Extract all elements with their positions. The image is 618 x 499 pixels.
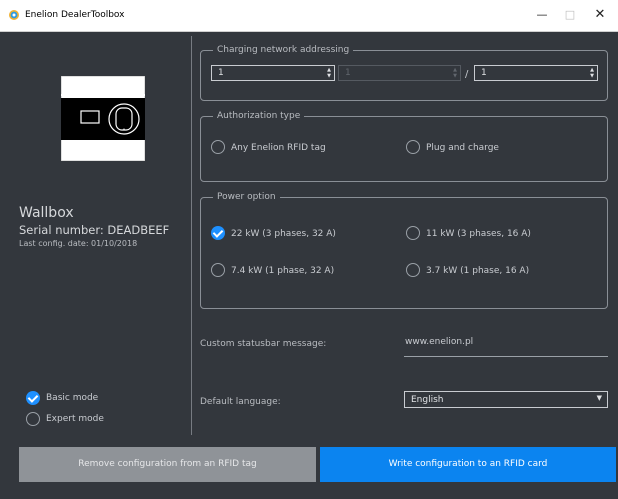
auth-plug-radio[interactable] bbox=[406, 140, 420, 154]
remove-configuration-button[interactable]: Remove configuration from an RFID tag bbox=[19, 447, 316, 482]
last-config-date: Last config. date: 01/10/2018 bbox=[19, 239, 138, 248]
authorization-title: Authorization type bbox=[213, 110, 305, 122]
auth-rfid-label[interactable]: Any Enelion RFID tag bbox=[231, 143, 326, 153]
power-7kw-label[interactable]: 7.4 kW (1 phase, 32 A) bbox=[231, 266, 334, 276]
network-address-value-3: 1 bbox=[481, 68, 487, 78]
power-11kw-label[interactable]: 11 kW (3 phases, 16 A) bbox=[426, 229, 531, 239]
expert-mode-radio[interactable] bbox=[26, 412, 40, 426]
power-3kw-label[interactable]: 3.7 kW (1 phase, 16 A) bbox=[426, 266, 529, 276]
power-22kw-radio[interactable] bbox=[211, 226, 225, 240]
auth-plug-label[interactable]: Plug and charge bbox=[426, 143, 499, 153]
default-language-value: English bbox=[411, 395, 444, 405]
chevron-down-icon: ▼ bbox=[596, 394, 602, 402]
network-addressing-title: Charging network addressing bbox=[213, 44, 354, 56]
default-language-select[interactable]: English ▼ bbox=[404, 391, 608, 408]
maximize-button[interactable]: □ bbox=[556, 6, 584, 24]
gear-icon bbox=[9, 10, 19, 20]
network-address-field-2: 1 ▲ ▼ bbox=[338, 65, 461, 81]
app-window: Enelion DealerToolbox — □ ✕ Wallbox Seri… bbox=[0, 0, 618, 499]
spin-arrows-icon[interactable]: ▲ ▼ bbox=[327, 67, 331, 79]
basic-mode-label[interactable]: Basic mode bbox=[46, 393, 98, 403]
auth-rfid-radio[interactable] bbox=[211, 140, 225, 154]
device-name: Wallbox bbox=[19, 205, 74, 221]
statusbar-message-value: www.enelion.pl bbox=[405, 337, 474, 347]
minimize-button[interactable]: — bbox=[528, 6, 556, 24]
default-language-label: Default language: bbox=[200, 397, 281, 407]
spin-arrows-icon: ▲ ▼ bbox=[453, 67, 457, 79]
spin-arrows-icon[interactable]: ▲ ▼ bbox=[590, 67, 594, 79]
network-address-field-3[interactable]: 1 ▲ ▼ bbox=[474, 65, 598, 81]
serial-number: Serial number: DEADBEEF bbox=[19, 223, 170, 237]
title-bar: Enelion DealerToolbox — □ ✕ bbox=[0, 0, 618, 32]
network-address-separator: / bbox=[465, 69, 469, 80]
power-11kw-radio[interactable] bbox=[406, 226, 420, 240]
network-address-field-1[interactable]: 1 ▲ ▼ bbox=[211, 65, 335, 81]
network-address-value-2: 1 bbox=[345, 68, 351, 78]
window-title: Enelion DealerToolbox bbox=[25, 10, 125, 20]
wallbox-device-image bbox=[61, 76, 145, 161]
close-button[interactable]: ✕ bbox=[586, 6, 614, 24]
expert-mode-label[interactable]: Expert mode bbox=[46, 414, 104, 424]
power-3kw-radio[interactable] bbox=[406, 263, 420, 277]
statusbar-message-input[interactable]: www.enelion.pl bbox=[404, 335, 608, 357]
write-configuration-button[interactable]: Write configuration to an RFID card bbox=[320, 447, 616, 482]
statusbar-message-label: Custom statusbar message: bbox=[200, 339, 327, 349]
power-7kw-radio[interactable] bbox=[211, 263, 225, 277]
power-option-group: Power option bbox=[200, 191, 608, 309]
panel-divider bbox=[191, 36, 192, 435]
power-option-title: Power option bbox=[213, 191, 280, 203]
network-address-value-1: 1 bbox=[218, 68, 224, 78]
power-22kw-label[interactable]: 22 kW (3 phases, 32 A) bbox=[231, 229, 336, 239]
basic-mode-radio[interactable] bbox=[26, 391, 40, 405]
